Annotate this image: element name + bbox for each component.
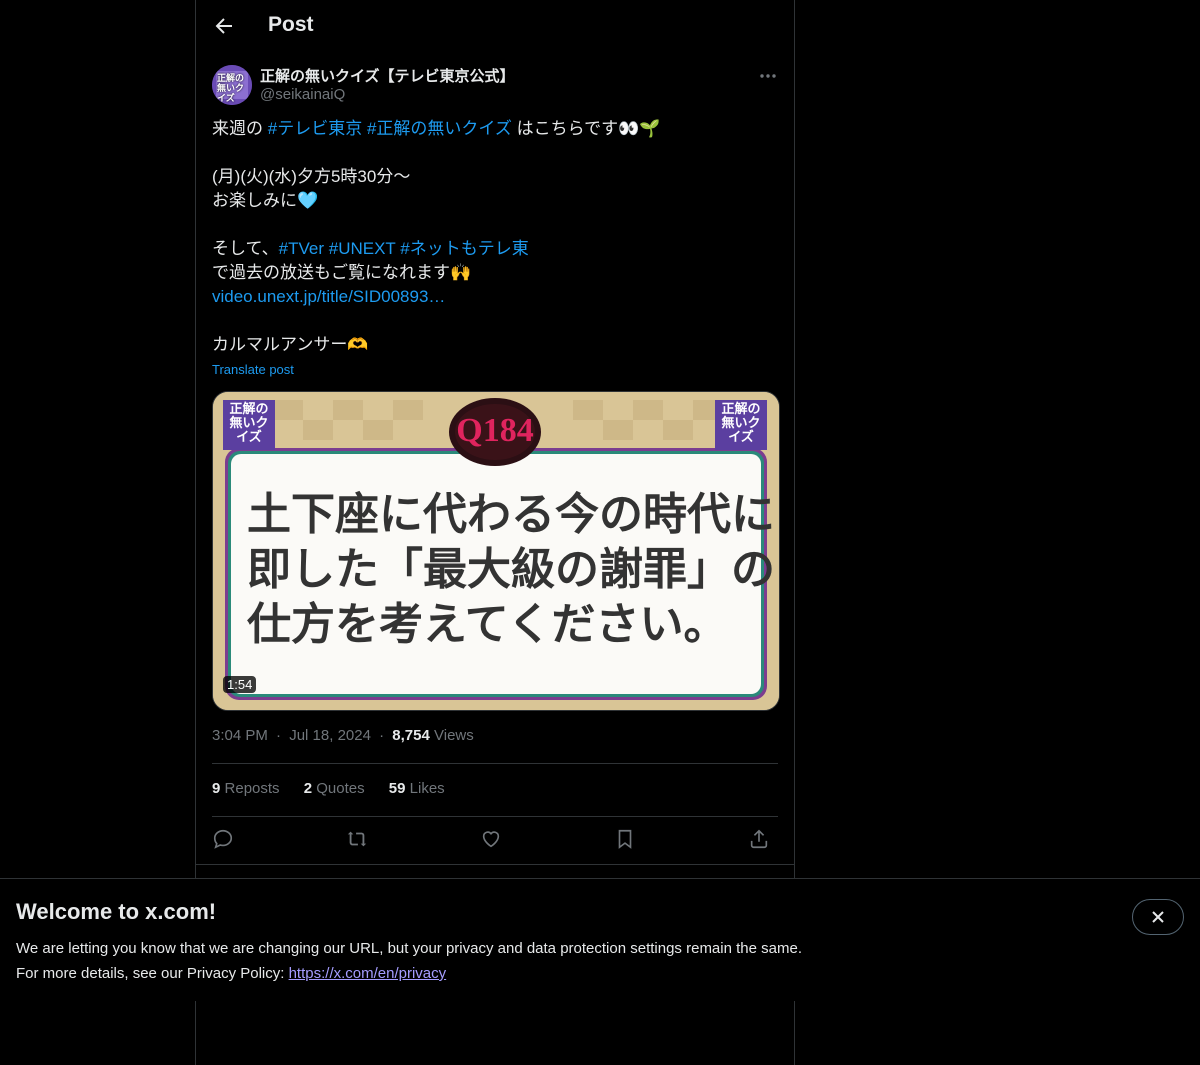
views-count: 8,754 xyxy=(392,727,430,744)
avatar[interactable]: 正解の無いクイズ xyxy=(212,65,252,105)
post-text-line xyxy=(212,141,778,165)
post-link[interactable]: #テレビ東京 xyxy=(268,119,362,138)
post-text-line: (月)(火)(水)夕方5時30分〜 xyxy=(212,165,778,189)
banner-title: Welcome to x.com! xyxy=(16,899,217,924)
banner-line-2: For more details, see our Privacy Policy… xyxy=(16,961,802,986)
post-text-line: カルマルアンサー🫶 xyxy=(212,333,778,357)
post-text-line: で過去の放送もご覧になれます🙌 xyxy=(212,261,778,285)
share-icon[interactable] xyxy=(748,828,770,850)
post-text-line xyxy=(212,213,778,237)
author-name[interactable]: 正解の無いクイズ【テレビ東京公式】 xyxy=(260,65,515,86)
post-text-segment: で過去の放送もご覧になれます🙌 xyxy=(212,263,472,282)
post-text-segment: はこちらです👀🌱 xyxy=(511,119,661,138)
post-header: Post xyxy=(196,0,794,53)
back-arrow-icon[interactable] xyxy=(212,14,236,38)
like-icon[interactable] xyxy=(480,828,502,850)
divider xyxy=(212,763,778,764)
post-text-segment: お楽しみに🩵 xyxy=(212,191,319,210)
close-icon xyxy=(1152,911,1164,923)
reposts-stat[interactable]: 9 Reposts xyxy=(212,780,280,797)
meta-separator: · xyxy=(379,727,385,744)
post-text-segment: (月)(火)(水)夕方5時30分〜 xyxy=(212,167,411,186)
question-number: Q184 xyxy=(456,412,534,449)
post-text-line: そして、#TVer #UNEXT #ネットもテレ東 xyxy=(212,237,778,261)
author-handle[interactable]: @seikainaiQ xyxy=(260,86,345,103)
views-label: Views xyxy=(434,727,474,744)
post-time[interactable]: 3:04 PM xyxy=(212,727,268,744)
divider xyxy=(212,816,778,817)
bookmark-icon[interactable] xyxy=(614,828,636,850)
repost-icon[interactable] xyxy=(346,828,368,850)
divider xyxy=(196,864,794,865)
post-text-line: 来週の #テレビ東京 #正解の無いクイズ はこちらです👀🌱 xyxy=(212,117,778,141)
question-text: 土下座に代わる今の時代に 即した「最大級の謝罪」の 仕方を考えてください。 xyxy=(247,487,775,652)
meta-separator: · xyxy=(276,727,282,744)
reposts-label: Reposts xyxy=(224,780,280,797)
more-icon[interactable] xyxy=(758,66,778,86)
question-line-1: 土下座に代わる今の時代に xyxy=(247,490,775,539)
page-title: Post xyxy=(268,13,314,36)
question-line-2: 即した「最大級の謝罪」の xyxy=(247,545,775,594)
quotes-label: Quotes xyxy=(316,780,365,797)
post-link[interactable]: #UNEXT xyxy=(329,239,396,258)
post-text: 来週の #テレビ東京 #正解の無いクイズ はこちらです👀🌱 (月)(火)(水)夕方… xyxy=(212,117,778,357)
post-text-segment: そして、 xyxy=(212,239,279,258)
post-date[interactable]: Jul 18, 2024 xyxy=(289,727,371,744)
avatar-logo-text: 正解の無いクイズ xyxy=(217,73,245,103)
reposts-count: 9 xyxy=(212,780,221,797)
post-link[interactable]: #ネットもテレ東 xyxy=(400,239,528,258)
translate-post-link[interactable]: Translate post xyxy=(212,362,294,377)
post-link[interactable]: #正解の無いクイズ xyxy=(367,119,512,138)
post-author: 正解の無いクイズ 正解の無いクイズ【テレビ東京公式】 @seikainaiQ xyxy=(212,64,778,108)
likes-count: 59 xyxy=(388,780,406,797)
logo-right: 正解の無いクイズ xyxy=(721,401,761,444)
likes-stat[interactable]: 59 Likes xyxy=(389,780,445,797)
action-bar xyxy=(212,828,778,852)
banner-text: We are letting you know that we are chan… xyxy=(16,936,802,986)
welcome-banner: Welcome to x.com! We are letting you kno… xyxy=(0,878,1200,1001)
video-thumbnail[interactable]: 正解の無いクイズ 正解の無いクイズ Q184 土下座に代わる今の時代に 即した「… xyxy=(212,391,780,711)
post-meta: 3:04 PM · Jul 18, 2024 · 8,754 Views xyxy=(212,727,474,744)
banner-line-2-prefix: For more details, see our Privacy Policy… xyxy=(16,965,289,982)
likes-label: Likes xyxy=(409,780,445,797)
logo-left: 正解の無いクイズ xyxy=(229,401,269,444)
post-text-line: video.unext.jp/title/SID00893… xyxy=(212,285,778,309)
post-text-line xyxy=(212,309,778,333)
post-text-line: お楽しみに🩵 xyxy=(212,189,778,213)
post-text-segment: カルマルアンサー🫶 xyxy=(212,335,369,354)
reply-icon[interactable] xyxy=(212,828,234,850)
post-text-segment: 来週の xyxy=(212,119,268,138)
video-duration: 1:54 xyxy=(223,676,257,693)
post-link[interactable]: #TVer xyxy=(279,239,324,258)
post-stats: 9 Reposts 2 Quotes 59 Likes xyxy=(212,780,465,797)
question-line-3: 仕方を考えてください。 xyxy=(247,600,728,649)
quotes-count: 2 xyxy=(303,780,313,797)
quotes-stat[interactable]: 2 Quotes xyxy=(304,780,365,797)
banner-line-1: We are letting you know that we are chan… xyxy=(16,940,802,957)
close-banner-button[interactable] xyxy=(1132,899,1184,935)
post-link[interactable]: video.unext.jp/title/SID00893… xyxy=(212,287,445,306)
privacy-policy-link[interactable]: https://x.com/en/privacy xyxy=(289,965,447,982)
